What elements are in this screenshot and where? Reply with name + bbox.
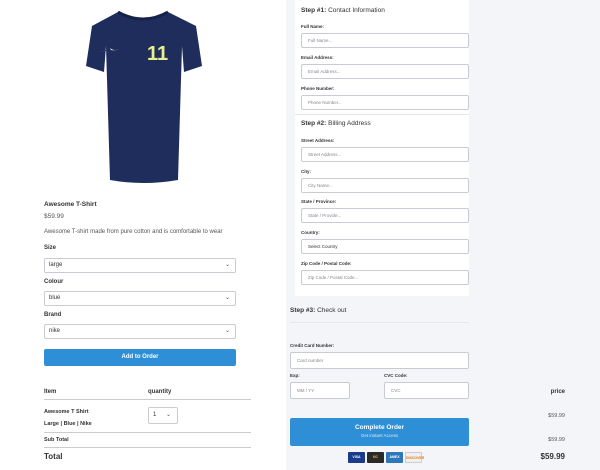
- step2-title: Step #2: Billing Address: [301, 120, 371, 127]
- step1-title: Step #1: Contact Information: [301, 7, 385, 14]
- size-value: large: [49, 262, 63, 268]
- colour-label: Colour: [44, 279, 64, 285]
- step2-heading: Billing Address: [328, 120, 371, 127]
- cvc-label: CVC Code:: [384, 373, 408, 378]
- street-label: Street Address:: [301, 138, 335, 143]
- size-select[interactable]: large ⌄: [44, 258, 236, 273]
- table-divider: [44, 447, 251, 448]
- quantity-value: 1: [153, 412, 157, 418]
- item-name: Awesome T Shirt: [44, 409, 89, 415]
- chevron-down-icon: ⌄: [165, 412, 171, 418]
- phone-label: Phone Number:: [301, 86, 335, 91]
- total-value: $59.99: [540, 452, 565, 461]
- chevron-down-icon: ⌄: [224, 262, 230, 268]
- complete-order-label: Complete Order: [354, 424, 405, 431]
- product-name: Awesome T-Shirt: [44, 201, 97, 208]
- zip-label: Zip Code / Postal Code:: [301, 261, 352, 266]
- total-label: Total: [44, 452, 63, 461]
- subtotal-label: Sub Total: [44, 437, 69, 443]
- step2-prefix: Step #2:: [301, 120, 327, 127]
- item-price: $59.99: [548, 413, 565, 419]
- exp-field[interactable]: MM / YY: [290, 382, 350, 399]
- email-label: Email Address:: [301, 55, 334, 60]
- city-field[interactable]: City Name...: [301, 178, 469, 193]
- table-divider: [44, 432, 251, 433]
- chevron-down-icon: ⌄: [224, 328, 230, 334]
- step1-heading: Contact Information: [328, 7, 385, 14]
- size-label: Size: [44, 245, 57, 251]
- complete-order-button[interactable]: Complete Order Get instant Access: [290, 418, 469, 446]
- step3-heading: Check out: [317, 307, 347, 314]
- card-number-label: Credit Card Number:: [290, 343, 335, 348]
- table-row: Awesome T Shirt Large | Blue | Nike: [44, 406, 92, 430]
- zip-field[interactable]: Zip Code / Postal Code...: [301, 270, 469, 285]
- country-select[interactable]: Select Country: [301, 239, 469, 254]
- chevron-down-icon: ⌄: [224, 295, 230, 301]
- full-name-label: Full Name:: [301, 24, 325, 29]
- state-field[interactable]: State / Provide...: [301, 208, 469, 223]
- state-label: State / Province:: [301, 199, 337, 204]
- step3-prefix: Step #3:: [290, 307, 316, 314]
- country-label: Country:: [301, 230, 320, 235]
- section-divider: [295, 114, 469, 115]
- step3-title: Step #3: Check out: [290, 307, 346, 314]
- mastercard-card-icon: MC: [367, 452, 384, 463]
- section-divider: [290, 322, 469, 323]
- card-number-field[interactable]: Card number: [290, 352, 469, 369]
- city-label: City:: [301, 169, 311, 174]
- item-variant: Large | Blue | Nike: [44, 421, 92, 427]
- exp-label: Exp:: [290, 373, 300, 378]
- complete-order-sublabel: Get instant Access: [360, 433, 399, 438]
- add-to-order-button[interactable]: Add to Order: [44, 349, 236, 366]
- quantity-select[interactable]: 1 ⌄: [148, 407, 178, 424]
- step1-prefix: Step #1:: [301, 7, 327, 14]
- phone-field[interactable]: Phone Number...: [301, 95, 469, 110]
- cvc-field[interactable]: CVC: [384, 382, 469, 399]
- jersey-number: 11: [147, 43, 168, 65]
- subtotal-value: $59.99: [548, 437, 565, 443]
- colour-value: blue: [49, 295, 61, 301]
- brand-label: Brand: [44, 312, 62, 318]
- visa-card-icon: VISA: [348, 452, 365, 463]
- product-image: 11: [78, 4, 208, 184]
- street-field[interactable]: Street Address...: [301, 147, 469, 162]
- full-name-field[interactable]: Full Name...: [301, 33, 469, 48]
- brand-value: nike: [49, 328, 61, 334]
- table-divider: [44, 399, 251, 400]
- brand-select[interactable]: nike ⌄: [44, 324, 236, 339]
- colour-select[interactable]: blue ⌄: [44, 291, 236, 306]
- price-column-header: price: [550, 389, 565, 395]
- product-price: $59.99: [44, 213, 64, 220]
- quantity-column-header: quantity: [148, 389, 172, 395]
- product-description: Awesome T-shirt made from pure cotton an…: [44, 229, 223, 235]
- discover-card-icon: DISCOVER: [405, 452, 424, 463]
- email-field[interactable]: Email Address...: [301, 64, 469, 79]
- amex-card-icon: AMEX: [386, 452, 403, 463]
- item-column-header: Item: [44, 389, 57, 395]
